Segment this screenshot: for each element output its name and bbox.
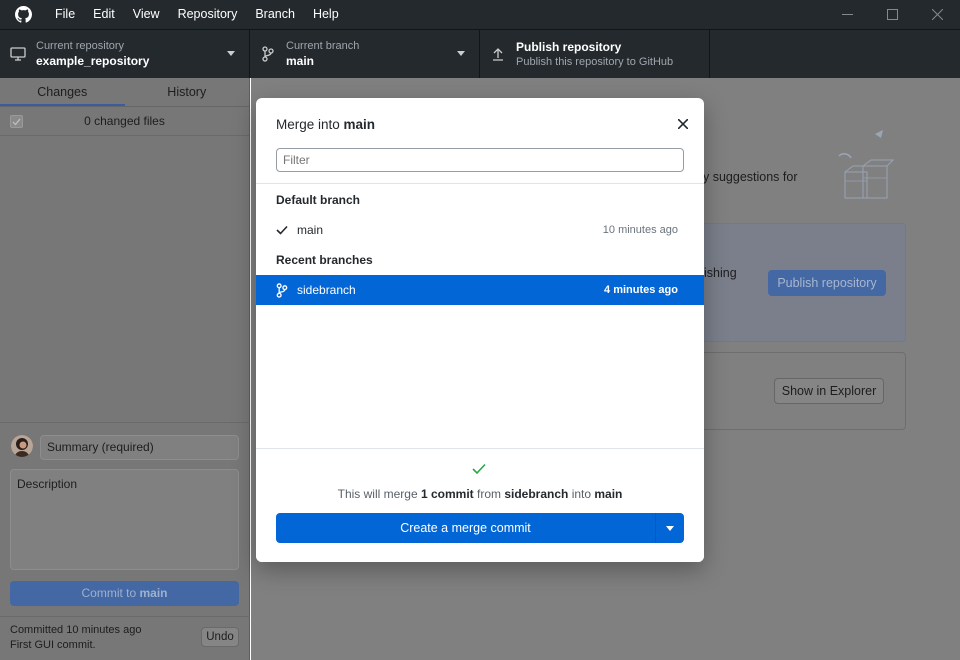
github-logo-icon (0, 0, 46, 29)
commit-button-prefix: Commit to (81, 586, 140, 600)
publish-card-text: ishing (704, 266, 737, 280)
avatar (11, 435, 33, 457)
dialog-title-branch: main (343, 117, 376, 132)
maximize-icon[interactable] (870, 0, 915, 29)
menu-edit[interactable]: Edit (84, 0, 124, 29)
upload-icon (480, 47, 516, 61)
branch-time: 10 minutes ago (602, 224, 678, 236)
check-success-icon (472, 463, 486, 475)
chevron-down-icon (227, 51, 235, 56)
show-in-explorer-button[interactable]: Show in Explorer (774, 378, 884, 404)
publish-repository-card-button[interactable]: Publish repository (768, 270, 886, 296)
commit-button-branch: main (139, 586, 168, 600)
msg-from: from (473, 487, 505, 501)
publish-label: Publish repository (516, 40, 622, 54)
last-commit-info: Committed 10 minutes ago First GUI commi… (0, 616, 250, 660)
current-branch-button[interactable]: Current branch main (250, 30, 480, 78)
publish-sub: Publish this repository to GitHub (516, 56, 674, 68)
publish-repository-button[interactable]: Publish repository Publish this reposito… (480, 30, 710, 78)
explorer-card: Show in Explorer (669, 352, 906, 430)
merge-summary: This will merge 1 commit from sidebranch… (256, 487, 704, 501)
suggestion-text: y suggestions for (703, 170, 798, 184)
repo-value: example_repository (36, 54, 150, 68)
branch-icon (276, 282, 292, 298)
description-input[interactable]: Description (10, 469, 239, 570)
tab-changes[interactable]: Changes (0, 78, 125, 106)
desktop-icon (0, 47, 36, 61)
window-controls (825, 0, 960, 29)
undo-button[interactable]: Undo (201, 627, 239, 647)
recent-branches-header: Recent branches (276, 253, 373, 267)
branch-name: main (297, 223, 324, 237)
merge-dialog-header: Merge into main (256, 98, 704, 184)
chevron-down-icon (457, 51, 465, 56)
msg-source: sidebranch (504, 487, 569, 501)
branch-row-main[interactable]: main 10 minutes ago (256, 215, 704, 245)
msg-count: 1 commit (420, 487, 474, 501)
menu-help[interactable]: Help (304, 0, 348, 29)
publish-card: ishing Publish repository (669, 223, 906, 342)
branch-icon (250, 46, 286, 62)
select-all-checkbox[interactable] (10, 115, 23, 128)
check-icon (276, 225, 292, 235)
default-branch-header: Default branch (276, 193, 361, 207)
tab-history[interactable]: History (125, 78, 250, 106)
toolbar: Current repository example_repository Cu… (0, 29, 960, 78)
msg-target: main (594, 487, 623, 501)
menu-repository[interactable]: Repository (169, 0, 247, 29)
current-repository-button[interactable]: Current repository example_repository (0, 30, 250, 78)
filter-input[interactable] (276, 148, 684, 172)
menu-bar: File Edit View Repository Branch Help (46, 0, 348, 29)
commit-form: Summary (required) Description Commit to… (0, 422, 250, 616)
create-merge-commit-button[interactable]: Create a merge commit (276, 513, 684, 543)
changed-files-header: 0 changed files (0, 107, 249, 136)
msg-into: into (568, 487, 595, 501)
summary-input[interactable]: Summary (required) (40, 435, 239, 460)
branch-list: Default branch main 10 minutes ago Recen… (256, 185, 704, 448)
close-window-icon[interactable] (915, 0, 960, 29)
branch-value: main (286, 54, 315, 68)
dialog-title-prefix: Merge into (276, 117, 344, 132)
dialog-title: Merge into main (276, 117, 375, 132)
branch-row-sidebranch[interactable]: sidebranch 4 minutes ago (256, 275, 704, 305)
chevron-down-icon[interactable] (656, 513, 684, 543)
menu-file[interactable]: File (46, 0, 84, 29)
branch-label: Current branch (286, 40, 360, 52)
merge-dialog-footer: This will merge 1 commit from sidebranch… (256, 448, 704, 562)
minimize-icon[interactable] (825, 0, 870, 29)
close-icon[interactable] (674, 115, 692, 133)
merge-button-label[interactable]: Create a merge commit (276, 513, 656, 543)
repo-label: Current repository (36, 40, 125, 52)
msg-pre: This will merge (337, 487, 421, 501)
sidebar-tabs: Changes History (0, 78, 249, 107)
merge-dialog: Merge into main Default branch main 10 m… (256, 98, 704, 562)
menu-branch[interactable]: Branch (246, 0, 304, 29)
changed-files-count: 0 changed files (84, 114, 165, 128)
menu-view[interactable]: View (124, 0, 169, 29)
commit-button[interactable]: Commit to main (10, 581, 239, 606)
branch-name: sidebranch (297, 283, 356, 297)
branch-time: 4 minutes ago (604, 284, 678, 296)
title-bar: File Edit View Repository Branch Help (0, 0, 960, 29)
sidebar: Changes History 0 changed files Summary … (0, 78, 250, 660)
boxes-illustration-icon (838, 130, 895, 199)
